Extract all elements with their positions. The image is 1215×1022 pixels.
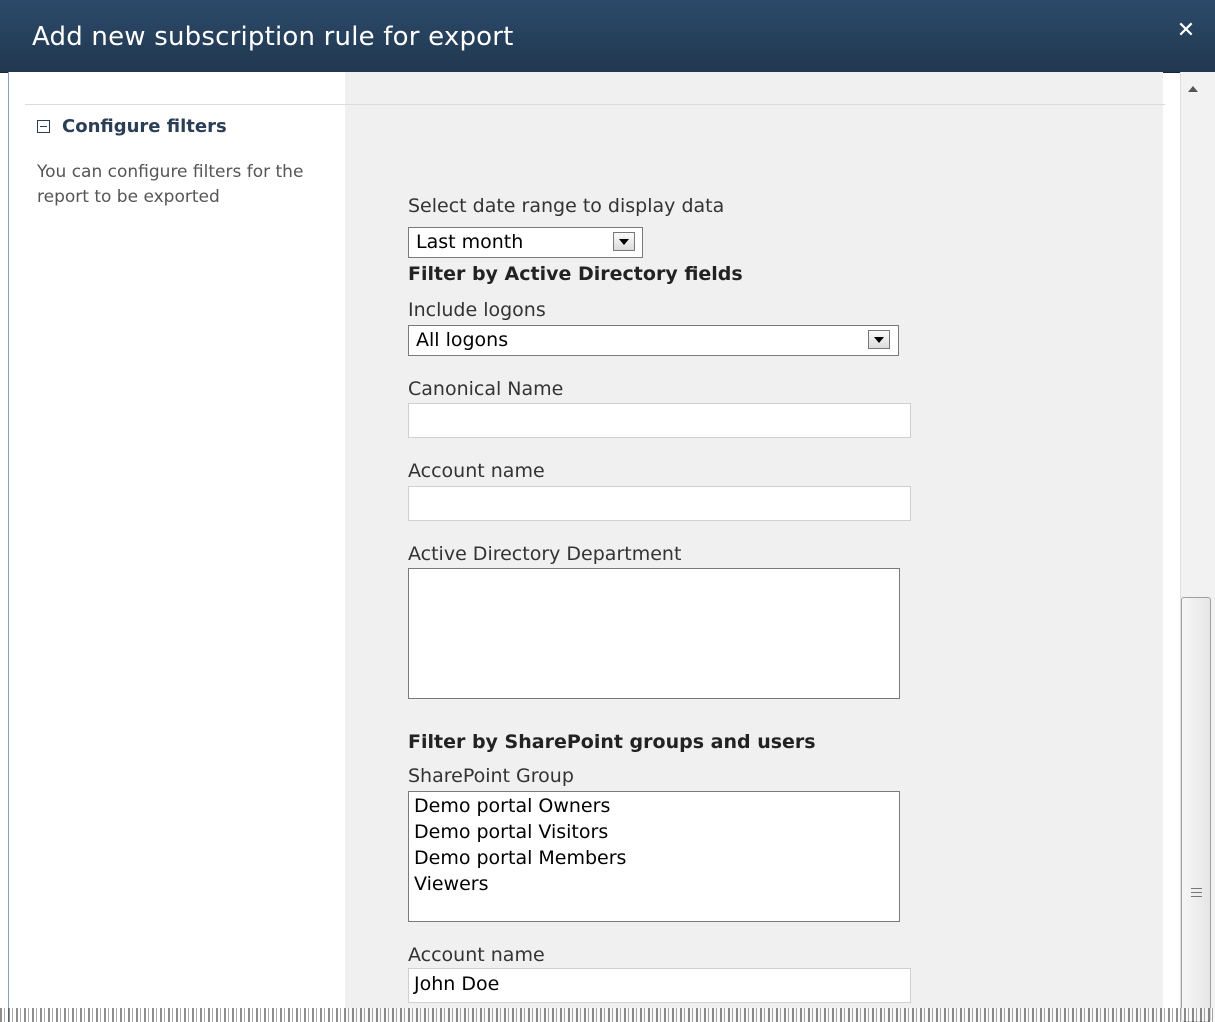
list-item[interactable]: Viewers	[409, 871, 899, 897]
sp-account-name-input[interactable]: John Doe	[408, 968, 911, 1003]
sharepoint-group-listbox[interactable]: Demo portal Owners Demo portal Visitors …	[408, 791, 900, 922]
section-description: You can configure filters for the report…	[37, 162, 304, 207]
account-name-label: Account name	[408, 460, 545, 482]
list-item[interactable]: Demo portal Visitors	[409, 819, 899, 845]
department-label: Active Directory Department	[408, 543, 682, 565]
canonical-name-label: Canonical Name	[408, 378, 564, 400]
dialog-title: Add new subscription rule for export	[32, 22, 514, 52]
canonical-name-input[interactable]	[408, 403, 911, 438]
sharepoint-filter-header: Filter by SharePoint groups and users	[408, 731, 816, 753]
list-item[interactable]: Demo portal Owners	[409, 793, 899, 819]
scroll-up-icon[interactable]	[1188, 86, 1198, 92]
date-range-select[interactable]: Last month	[408, 227, 643, 258]
section-title: Configure filters	[62, 116, 227, 137]
list-item[interactable]: Demo portal Members	[409, 845, 899, 871]
dropdown-arrow-icon[interactable]	[613, 232, 635, 251]
sharepoint-group-label: SharePoint Group	[408, 765, 574, 787]
section-divider	[25, 104, 1165, 105]
collapse-icon[interactable]	[37, 120, 50, 133]
sp-account-name-label: Account name	[408, 944, 545, 966]
sp-account-name-value: John Doe	[414, 973, 500, 995]
ad-filter-header: Filter by Active Directory fields	[408, 263, 743, 285]
torn-edge	[0, 1008, 1215, 1022]
department-listbox[interactable]	[408, 568, 900, 699]
left-pane	[9, 72, 345, 1022]
include-logons-value: All logons	[416, 329, 509, 351]
date-range-label: Select date range to display data	[408, 195, 725, 217]
dialog-titlebar: Add new subscription rule for export ✕	[0, 0, 1215, 73]
dialog: Add new subscription rule for export ✕ C…	[0, 0, 1215, 1022]
dropdown-arrow-icon[interactable]	[868, 330, 890, 349]
account-name-input[interactable]	[408, 486, 911, 521]
scrollbar-thumb[interactable]	[1181, 597, 1211, 1022]
include-logons-select[interactable]: All logons	[408, 325, 899, 356]
include-logons-label: Include logons	[408, 299, 546, 321]
close-icon[interactable]: ✕	[1175, 18, 1197, 44]
date-range-value: Last month	[416, 231, 524, 253]
section-header[interactable]: Configure filters	[37, 116, 227, 137]
scroll-grip-icon	[1191, 888, 1202, 900]
